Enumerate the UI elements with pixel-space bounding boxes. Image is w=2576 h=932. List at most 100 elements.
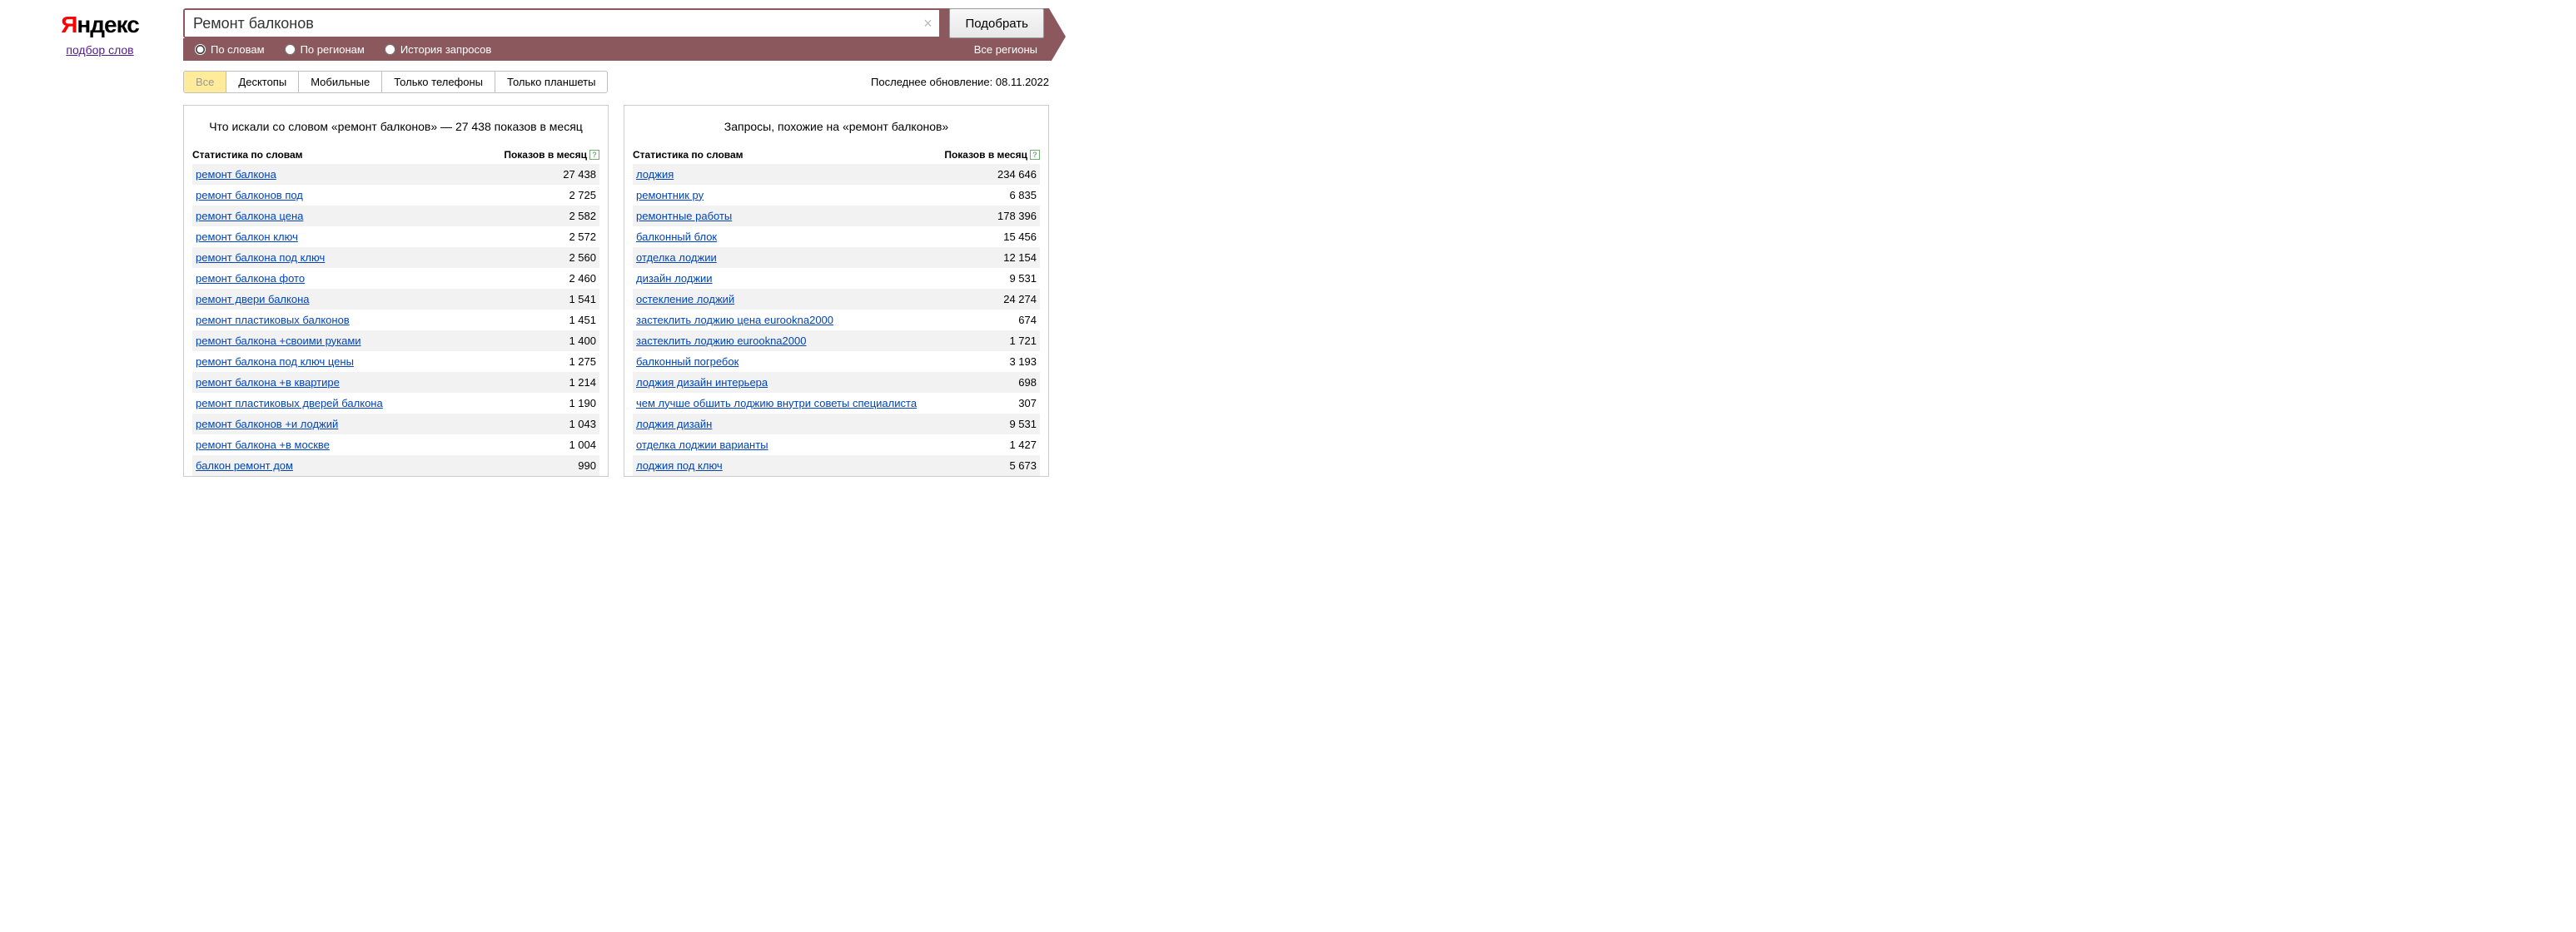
table-row: ремонтные работы 178 396 (633, 206, 1040, 226)
shows-value: 3 193 (970, 355, 1037, 368)
shows-value: 2 582 (530, 210, 596, 222)
query-link[interactable]: ремонт пластиковых балконов (196, 314, 350, 326)
table-row: лоджия дизайн9 531 (633, 414, 1040, 434)
search-input[interactable] (185, 10, 916, 37)
query-link[interactable]: остекление лоджий (636, 293, 734, 305)
help-icon[interactable]: ? (589, 150, 599, 160)
opt-history-label: История запросов (400, 43, 492, 56)
table-row: дизайн лоджии 9 531 (633, 268, 1040, 289)
table-row: лоджия234 646 (633, 164, 1040, 185)
query-link[interactable]: ремонт балкона цена (196, 210, 303, 222)
panel-right-title: Запросы, похожие на «ремонт балконов» (633, 114, 1040, 146)
tab-all[interactable]: Все (184, 72, 226, 92)
radio-history[interactable] (385, 44, 395, 55)
query-link[interactable]: ремонт балкона +в квартире (196, 376, 340, 389)
query-link[interactable]: лоджия дизайн интерьера (636, 376, 768, 389)
help-icon[interactable]: ? (1030, 150, 1040, 160)
query-link[interactable]: застеклить лоджию цена eurookna2000 (636, 314, 833, 326)
main: × Подобрать По словам По регионам Истори… (183, 8, 1049, 477)
table-row: застеклить лоджию цена eurookna2000674 (633, 310, 1040, 330)
shows-value: 24 274 (970, 293, 1037, 305)
query-link[interactable]: балконный блок (636, 231, 717, 243)
shows-value: 6 835 (970, 189, 1037, 201)
query-link[interactable]: ремонтник ру (636, 189, 704, 201)
shows-value: 1 427 (970, 439, 1037, 451)
radio-by-regions[interactable] (285, 44, 296, 55)
table-row: лоджия дизайн интерьера698 (633, 372, 1040, 393)
rows-right: лоджия234 646 ремонтник ру 6 835 ремонтные … (633, 164, 1040, 476)
shows-value: 2 460 (530, 272, 596, 285)
shows-value: 1 451 (530, 314, 596, 326)
table-row: ремонт балкон ключ 2 572 (192, 226, 599, 247)
query-link[interactable]: ремонт балкона +своими руками (196, 335, 361, 347)
device-tabs: Все Десктопы Мобильные Только телефоны Т… (183, 71, 608, 93)
query-link[interactable]: балкон ремонт дом (196, 459, 293, 472)
query-link[interactable]: застеклить лоджию eurookna2000 (636, 335, 806, 347)
submit-button[interactable]: Подобрать (949, 8, 1044, 38)
table-row: остекление лоджий 24 274 (633, 289, 1040, 310)
col-stat-label: Статистика по словам (633, 149, 944, 161)
query-link[interactable]: ремонт балкона фото (196, 272, 305, 285)
table-row: ремонт балконов +и лоджий1 043 (192, 414, 599, 434)
query-link[interactable]: отделка лоджии варианты (636, 439, 768, 451)
table-row: лоджия под ключ 5 673 (633, 455, 1040, 476)
tab-desktop[interactable]: Десктопы (226, 72, 299, 92)
table-row: ремонт пластиковых балконов 1 451 (192, 310, 599, 330)
shows-value: 1 214 (530, 376, 596, 389)
table-row: балкон ремонт дом990 (192, 455, 599, 476)
subtitle: подбор слов (17, 43, 183, 57)
tab-mobile[interactable]: Мобильные (299, 72, 382, 92)
tab-phones[interactable]: Только телефоны (382, 72, 495, 92)
query-link[interactable]: ремонт балкона под ключ (196, 251, 325, 264)
opt-by-words[interactable]: По словам (195, 43, 265, 56)
shows-value: 307 (970, 397, 1037, 409)
logo-y: Я (61, 12, 77, 37)
table-row: ремонт балкона фото 2 460 (192, 268, 599, 289)
opt-by-regions[interactable]: По регионам (285, 43, 365, 56)
query-link[interactable]: лоджия (636, 168, 674, 181)
query-link[interactable]: ремонт двери балкона (196, 293, 310, 305)
query-link[interactable]: ремонт пластиковых дверей балкона (196, 397, 383, 409)
shows-value: 178 396 (970, 210, 1037, 222)
logo[interactable]: Яндекс (17, 12, 183, 38)
tab-tablets[interactable]: Только планшеты (495, 72, 607, 92)
query-link[interactable]: ремонт балконов под (196, 189, 303, 201)
query-link[interactable]: ремонт балкон ключ (196, 231, 298, 243)
query-link[interactable]: ремонт балконов +и лоджий (196, 418, 338, 430)
query-link[interactable]: лоджия под ключ (636, 459, 723, 472)
query-link[interactable]: ремонт балкона (196, 168, 276, 181)
shows-value: 1 541 (530, 293, 596, 305)
wordstat-link[interactable]: подбор слов (66, 43, 133, 57)
table-row: отделка лоджии варианты 1 427 (633, 434, 1040, 455)
opt-history[interactable]: История запросов (385, 43, 492, 56)
table-row: ремонт пластиковых дверей балкона 1 190 (192, 393, 599, 414)
shows-value: 1 400 (530, 335, 596, 347)
query-link[interactable]: балконный погребок (636, 355, 738, 368)
table-row: чем лучше обшить лоджию внутри советы сп… (633, 393, 1040, 414)
table-row: ремонт балкона27 438 (192, 164, 599, 185)
table-row: застеклить лоджию eurookna20001 721 (633, 330, 1040, 351)
col-shows-text: Показов в месяц (504, 149, 587, 161)
shows-value: 1 190 (530, 397, 596, 409)
shows-value: 12 154 (970, 251, 1037, 264)
query-link[interactable]: отделка лоджии (636, 251, 717, 264)
submit-wrap: Подобрать (941, 8, 1049, 38)
query-link[interactable]: лоджия дизайн (636, 418, 712, 430)
shows-value: 15 456 (970, 231, 1037, 243)
shows-value: 2 560 (530, 251, 596, 264)
query-link[interactable]: чем лучше обшить лоджию внутри советы сп… (636, 397, 917, 409)
query-link[interactable]: дизайн лоджии (636, 272, 713, 285)
query-link[interactable]: ремонт балкона под ключ цены (196, 355, 354, 368)
query-link[interactable]: ремонтные работы (636, 210, 732, 222)
clear-icon[interactable]: × (916, 10, 939, 37)
logo-text: ндекс (77, 12, 138, 37)
shows-value: 2 572 (530, 231, 596, 243)
opt-by-words-label: По словам (211, 43, 265, 56)
query-link[interactable]: ремонт балкона +в москве (196, 439, 330, 451)
panel-left-title: Что искали со словом «ремонт балконов» —… (192, 114, 599, 146)
shows-value: 2 725 (530, 189, 596, 201)
shows-value: 9 531 (970, 272, 1037, 285)
shows-value: 5 673 (970, 459, 1037, 472)
regions-link[interactable]: Все регионы (974, 43, 1037, 56)
radio-by-words[interactable] (195, 44, 206, 55)
